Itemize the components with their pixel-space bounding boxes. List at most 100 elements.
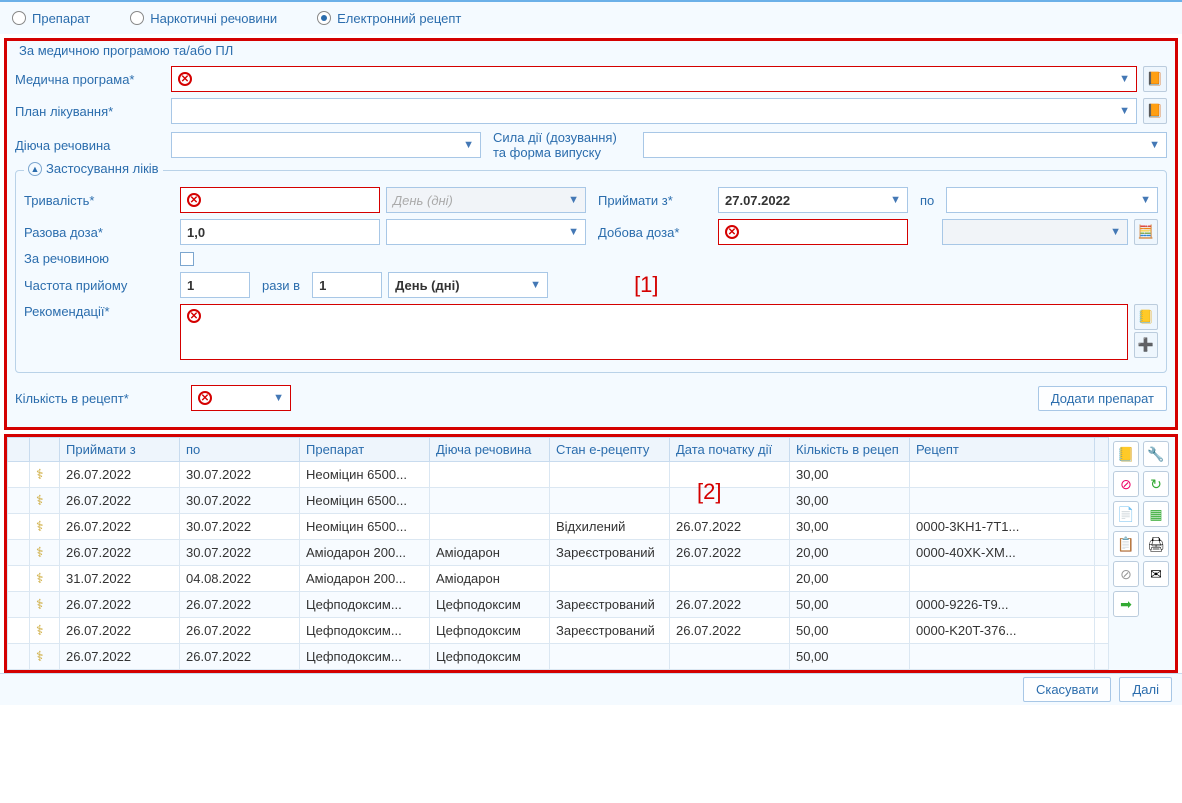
cell-status — [550, 488, 670, 514]
rod-icon: ⚕ — [36, 466, 44, 482]
settings-icon[interactable]: 🔧 — [1143, 441, 1169, 467]
export-icon[interactable]: ➡ — [1113, 591, 1139, 617]
prescription-type-tabs: Препарат Наркотичні речовини Електронний… — [0, 0, 1182, 34]
col-subst[interactable]: Діюча речовина — [430, 438, 550, 462]
new-icon[interactable]: 📄 — [1113, 501, 1139, 527]
refresh-icon[interactable]: ↻ — [1143, 471, 1169, 497]
active-subst-combo[interactable]: ▼ — [171, 132, 481, 158]
col-qty[interactable]: Кількість в рецеп — [790, 438, 910, 462]
freq-every-field[interactable]: 1 — [312, 272, 382, 298]
cell-to: 04.08.2022 — [180, 566, 300, 592]
collapse-icon[interactable]: ▲ — [28, 162, 42, 176]
cell-subst — [430, 514, 550, 540]
chevron-down-icon: ▼ — [1119, 73, 1130, 85]
delete-icon[interactable]: ⊘ — [1113, 471, 1139, 497]
error-icon: ✕ — [725, 225, 739, 239]
label-med-program: Медична програма* — [15, 72, 165, 87]
add-icon[interactable]: ➕ — [1134, 332, 1158, 358]
mail-icon[interactable]: ✉ — [1143, 561, 1169, 587]
footer-bar: Скасувати Далі — [0, 673, 1182, 705]
cell-subst — [430, 462, 550, 488]
chevron-down-icon: ▼ — [568, 194, 579, 206]
cell-prep: Цефподоксим... — [300, 592, 430, 618]
table-row[interactable]: ⚕26.07.202230.07.2022Неоміцин 6500...Від… — [8, 514, 1109, 540]
table-row[interactable]: ⚕26.07.202230.07.2022Неоміцин 6500...30,… — [8, 462, 1109, 488]
table-row[interactable]: ⚕26.07.202226.07.2022Цефподоксим...Цефпо… — [8, 618, 1109, 644]
cell-recipe — [910, 644, 1095, 670]
col-to[interactable]: по — [180, 438, 300, 462]
cell-prep: Цефподоксим... — [300, 644, 430, 670]
cell-to: 26.07.2022 — [180, 644, 300, 670]
cell-subst: Цефподоксим — [430, 644, 550, 670]
value: 1 — [187, 278, 194, 293]
col-prep[interactable]: Препарат — [300, 438, 430, 462]
template-icon[interactable]: 📒 — [1134, 304, 1158, 330]
cell-status — [550, 462, 670, 488]
rod-icon: ⚕ — [36, 622, 44, 638]
print-icon[interactable]: 🖨 — [1143, 531, 1169, 557]
cancel-button[interactable]: Скасувати — [1023, 677, 1112, 702]
lookup-icon[interactable]: 📙 — [1143, 66, 1167, 92]
cell-to: 30.07.2022 — [180, 514, 300, 540]
next-button[interactable]: Далі — [1119, 677, 1172, 702]
lookup-icon[interactable]: 📙 — [1143, 98, 1167, 124]
by-substance-checkbox[interactable] — [180, 252, 194, 266]
col-status[interactable]: Стан е-рецепту — [550, 438, 670, 462]
cell-from: 26.07.2022 — [60, 488, 180, 514]
label-times-in: рази в — [256, 278, 306, 293]
chevron-down-icon: ▼ — [568, 226, 579, 238]
freq-unit-combo[interactable]: День (дні) ▼ — [388, 272, 548, 298]
value: 27.07.2022 — [725, 193, 790, 208]
take-from-date[interactable]: 27.07.2022 ▼ — [718, 187, 908, 213]
duration-unit-combo[interactable]: День (дні) ▼ — [386, 187, 586, 213]
block-icon[interactable]: ⊘ — [1113, 561, 1139, 587]
treat-plan-combo[interactable]: ▼ — [171, 98, 1137, 124]
col-from[interactable]: Приймати з — [60, 438, 180, 462]
add-preparat-button[interactable]: Додати препарат — [1038, 386, 1167, 411]
qty-in-recipe-combo[interactable]: ✕ ▼ — [191, 385, 291, 411]
radio-erecept[interactable]: Електронний рецепт — [317, 11, 461, 26]
cell-recipe: 0000-9226-T9... — [910, 592, 1095, 618]
radio-preparat[interactable]: Препарат — [12, 11, 90, 26]
radio-narcotic[interactable]: Наркотичні речовини — [130, 11, 277, 26]
cell-from: 26.07.2022 — [60, 618, 180, 644]
label-strength: Сила дії (дозування) та форма випуску — [487, 130, 637, 160]
calculator-icon[interactable]: 🧮 — [1134, 219, 1158, 245]
cell-subst: Аміодарон — [430, 566, 550, 592]
cell-qty: 20,00 — [790, 566, 910, 592]
table-row[interactable]: ⚕26.07.202230.07.2022Аміодарон 200...Амі… — [8, 540, 1109, 566]
cell-prep: Неоміцин 6500... — [300, 462, 430, 488]
cell-from: 26.07.2022 — [60, 462, 180, 488]
freq-count-field[interactable]: 1 — [180, 272, 250, 298]
cell-qty: 30,00 — [790, 488, 910, 514]
daily-dose-field[interactable]: ✕ — [718, 219, 908, 245]
cell-recipe: 0000-3KH1-7T1... — [910, 514, 1095, 540]
calendar-icon[interactable]: ▦ — [1143, 501, 1169, 527]
radio-icon — [130, 11, 144, 25]
table-row[interactable]: ⚕26.07.202226.07.2022Цефподоксим...Цефпо… — [8, 592, 1109, 618]
value: 1 — [319, 278, 326, 293]
recommend-textarea[interactable]: ✕ — [180, 304, 1128, 360]
edit-icon[interactable]: 📒 — [1113, 441, 1139, 467]
med-program-combo[interactable]: ✕ ▼ — [171, 66, 1137, 92]
cell-start — [670, 644, 790, 670]
strength-combo[interactable]: ▼ — [643, 132, 1167, 158]
col-start[interactable]: Дата початку дії — [670, 438, 790, 462]
col-scroll — [1095, 438, 1109, 462]
col-blank2[interactable] — [30, 438, 60, 462]
cell-subst — [430, 488, 550, 514]
list-icon[interactable]: 📋 — [1113, 531, 1139, 557]
cell-from: 26.07.2022 — [60, 592, 180, 618]
label-treat-plan: План лікування* — [15, 104, 165, 119]
table-row[interactable]: ⚕31.07.202204.08.2022Аміодарон 200...Амі… — [8, 566, 1109, 592]
table-row[interactable]: ⚕26.07.202230.07.2022Неоміцин 6500...30,… — [8, 488, 1109, 514]
cell-start — [670, 488, 790, 514]
to-date[interactable]: ▼ — [946, 187, 1158, 213]
table-row[interactable]: ⚕26.07.202226.07.2022Цефподоксим...Цефпо… — [8, 644, 1109, 670]
duration-field[interactable]: ✕ — [180, 187, 380, 213]
single-dose-field[interactable]: 1,0 — [180, 219, 380, 245]
col-recipe[interactable]: Рецепт — [910, 438, 1095, 462]
rod-icon: ⚕ — [36, 570, 44, 586]
col-blank1[interactable] — [8, 438, 30, 462]
single-dose-unit[interactable]: ▼ — [386, 219, 586, 245]
